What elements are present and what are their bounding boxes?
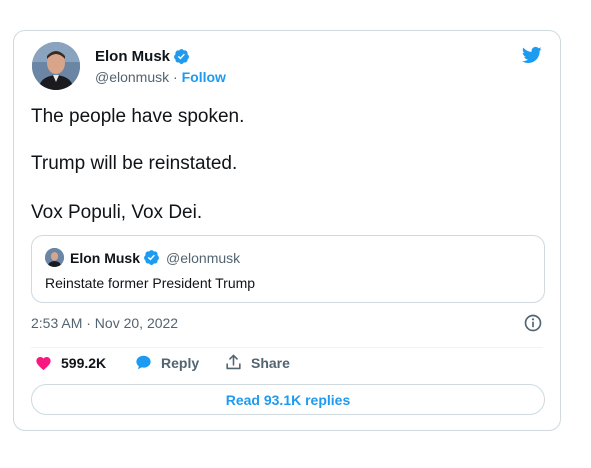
quoted-avatar [45, 248, 64, 267]
quoted-header: Elon Musk @elonmusk [70, 249, 240, 266]
quoted-author-name: Elon Musk [70, 249, 141, 266]
heart-icon [36, 356, 51, 371]
quoted-author-handle: @elonmusk [166, 249, 241, 266]
share-icon [226, 354, 241, 370]
separator-dot: · [173, 69, 178, 85]
quoted-verified-badge-icon [144, 250, 159, 265]
quoted-text: Reinstate former President Trump [45, 275, 256, 291]
reply-label: Reply [161, 354, 200, 371]
like-button[interactable]: 599.2K [34, 353, 106, 372]
share-label: Share [251, 354, 290, 371]
reply-button[interactable]: Reply [134, 353, 199, 372]
author-name-text: Elon Musk [95, 48, 171, 65]
verified-badge-icon [174, 49, 189, 64]
share-button[interactable]: Share [224, 353, 290, 372]
quoted-tweet[interactable]: Elon Musk @elonmusk Reinstate former Pre… [31, 235, 545, 303]
author-handle[interactable]: @elonmusk [95, 69, 169, 85]
info-icon[interactable] [523, 313, 543, 333]
reply-bubble-icon [136, 355, 151, 370]
twitter-bird-icon[interactable] [520, 45, 544, 65]
author-name[interactable]: Elon Musk [95, 48, 190, 65]
author-handle-line: @elonmusk · Follow [95, 69, 226, 85]
divider [31, 347, 543, 348]
tweet-text-line-1: The people have spoken. [31, 106, 245, 127]
read-replies-button[interactable]: Read 93.1K replies [31, 384, 545, 415]
like-count: 599.2K [61, 354, 107, 371]
tweet-card: Elon Musk @elonmusk · Follow The people … [13, 30, 561, 431]
tweet-timestamp[interactable]: 2:53 AM · Nov 20, 2022 [31, 315, 178, 331]
follow-link[interactable]: Follow [182, 69, 226, 85]
tweet-text-line-3: Vox Populi, Vox Dei. [31, 202, 203, 223]
tweet-text-line-2: Trump will be reinstated. [31, 153, 238, 174]
author-avatar[interactable] [32, 42, 80, 90]
